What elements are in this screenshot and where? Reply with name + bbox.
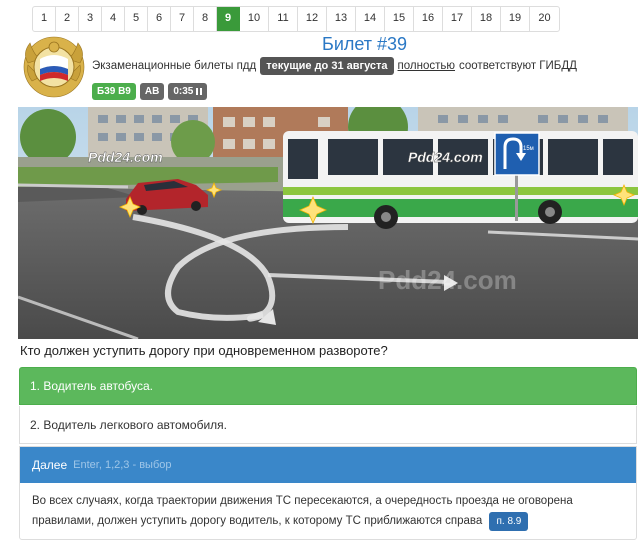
answer-option-1[interactable]: 1. Водитель автобуса. [19, 367, 637, 405]
timer-value: 0:35 [173, 86, 194, 97]
page-button[interactable]: 19 [501, 7, 530, 31]
page-button[interactable]: 17 [443, 7, 472, 31]
question-illustration: 15м Pdd24.com Pdd24.com Pdd24.com [18, 107, 638, 339]
page-button[interactable]: 13 [327, 7, 356, 31]
ticket-title: Билет #39 [322, 34, 408, 54]
full-compliance-link[interactable]: полностью [398, 60, 455, 72]
keyboard-hint: Enter, 1,2,3 - выбор [73, 459, 172, 471]
validity-badge: текущие до 31 августа [260, 57, 394, 75]
page-button[interactable]: 9 [217, 7, 240, 31]
explanation-header: Далее Enter, 1,2,3 - выбор [20, 447, 636, 483]
page-button[interactable]: 12 [298, 7, 327, 31]
page-button[interactable]: 11 [269, 7, 298, 31]
page-button[interactable]: 1 [33, 7, 56, 31]
gibdd-emblem-logo [23, 36, 85, 98]
rule-reference-button[interactable]: п. 8.9 [489, 512, 529, 531]
question-text: Кто должен уступить дорогу при одновреме… [20, 343, 388, 358]
explanation-body: Во всех случаях, когда траектории движен… [20, 483, 636, 539]
watermark: Pdd24.com [378, 265, 517, 295]
timer-badge[interactable]: 0:35 [168, 83, 208, 100]
ticket-number-badge: Б39 В9 [92, 83, 136, 100]
category-badge: АВ [139, 83, 165, 100]
page-button[interactable]: 7 [171, 7, 194, 31]
answer-label: 2. Водитель легкового автомобиля. [30, 417, 227, 432]
page-button[interactable]: 6 [148, 7, 171, 31]
page-button[interactable]: 18 [472, 7, 501, 31]
page-button[interactable]: 4 [102, 7, 125, 31]
page-button[interactable]: 3 [79, 7, 102, 31]
subtitle-suffix: соответствуют ГИБДД [459, 60, 577, 72]
page-button[interactable]: 5 [125, 7, 148, 31]
answer-option-2[interactable]: 2. Водитель легкового автомобиля. [19, 406, 637, 444]
next-button[interactable]: Далее [32, 458, 67, 472]
sign-label: 15м [523, 146, 534, 152]
ticket-pagination: 1 2 3 4 5 6 7 8 9 10 11 12 13 14 15 16 17 18 19 20 [32, 6, 560, 32]
answer-label: 1. Водитель автобуса. [30, 379, 153, 393]
page-button[interactable]: 14 [356, 7, 385, 31]
page-button[interactable]: 10 [240, 7, 269, 31]
page-button[interactable]: 16 [414, 7, 443, 31]
subtitle-prefix: Экзаменационные билеты пдд [92, 60, 257, 72]
ticket-badges: Б39 В9 АВ 0:35 [92, 83, 208, 100]
watermark: Pdd24.com [408, 149, 483, 165]
watermark: Pdd24.com [88, 149, 163, 165]
page-button[interactable]: 2 [56, 7, 79, 31]
explanation-panel: Далее Enter, 1,2,3 - выбор Во всех случа… [19, 446, 637, 540]
page-button[interactable]: 8 [194, 7, 217, 31]
ticket-subtitle: Экзаменационные билеты пдд текущие до 31… [92, 56, 577, 76]
pause-icon [196, 88, 203, 95]
page-button[interactable]: 20 [530, 7, 559, 31]
page-button[interactable]: 15 [385, 7, 414, 31]
